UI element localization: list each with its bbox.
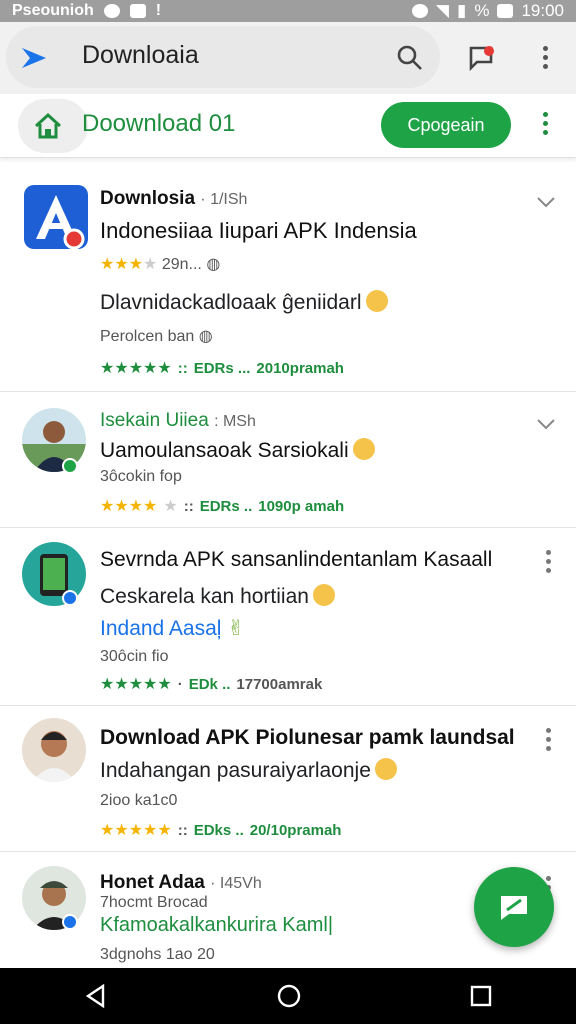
- item-title: Isekain Uiiea: [100, 410, 209, 431]
- rating-stars: ★★★: [100, 256, 144, 273]
- meta-source: EDRs ...: [193, 359, 251, 377]
- chevron-down-icon[interactable]: [536, 196, 556, 208]
- title-pill[interactable]: [6, 26, 440, 88]
- compose-button[interactable]: [474, 867, 554, 947]
- item-handle: · 1/ISh: [200, 191, 248, 208]
- home-nav-icon[interactable]: [276, 983, 302, 1009]
- emoji-icon: [374, 758, 397, 780]
- section-header: Doownload 01 Cpogeain: [0, 94, 576, 158]
- rating-stars: ★★★★★: [100, 822, 172, 839]
- list-item[interactable]: Sevrnda APK sansanlindentanlam Kasaall C…: [0, 528, 576, 706]
- item-headline: Download APK Piolunesar pamk laundsal: [100, 726, 515, 749]
- list-item[interactable]: Download APK Piolunesar pamk laundsal In…: [0, 706, 576, 852]
- item-headline: Sevrnda APK sansanlindentanlam Kasaall: [100, 548, 493, 571]
- recents-icon[interactable]: [469, 984, 493, 1008]
- globe-icon: ◍: [206, 256, 221, 273]
- chevron-down-icon[interactable]: [536, 418, 556, 430]
- status-bar: Pseounioh ! ◥ ▮ % 19:00: [0, 0, 576, 22]
- meta-stat: 1090p amah: [258, 497, 345, 515]
- compose-icon: [501, 896, 527, 920]
- item-title: Honet Adaa: [100, 872, 205, 893]
- notification-icon: [103, 4, 120, 18]
- more-vert-icon[interactable]: [541, 46, 549, 69]
- item-link[interactable]: Kfamoakalkankurira Kaml|: [100, 914, 333, 937]
- item-description: Indahangan pasuraiyarlaonje: [100, 759, 371, 782]
- section-title: Doownload 01: [82, 110, 236, 137]
- verified-badge-icon: [62, 914, 78, 930]
- battery-icon: [497, 4, 514, 18]
- emoji-icon: [352, 438, 375, 460]
- emoji-icon: [312, 584, 335, 606]
- clock-text: 19:00: [521, 1, 564, 20]
- meta-stat: 20/10pramah: [249, 821, 342, 839]
- meta-stat: 17700amrak: [236, 675, 323, 693]
- verified-badge-icon: [62, 458, 78, 474]
- home-icon: [34, 112, 62, 139]
- emoji-icon: [365, 290, 388, 312]
- list-item[interactable]: Downlosia · 1/ISh Indonesiiaa Iiupari AP…: [0, 170, 576, 392]
- back-icon[interactable]: [83, 983, 109, 1009]
- item-description: Ceskarela kan hortiian: [100, 585, 309, 608]
- more-vert-icon[interactable]: [544, 550, 552, 573]
- item-description: Dlavnidackadloaak ĝeniidarl: [100, 291, 362, 314]
- item-headline: Uamoulansaoak Sarsiokali: [100, 439, 349, 462]
- rating-extra: 29n...: [161, 256, 202, 273]
- more-vert-icon[interactable]: [541, 112, 549, 135]
- item-subtext: 2ioo ka1c0: [100, 792, 178, 809]
- rating-stars: ★★★★★: [100, 676, 172, 693]
- open-button[interactable]: Cpogeain: [381, 102, 511, 148]
- app-icon: [24, 185, 88, 249]
- play-store-logo-icon: [22, 48, 46, 68]
- item-handle: : MSh: [214, 413, 256, 430]
- signal-icon: ▮: [456, 1, 467, 20]
- alert-icon: !: [155, 2, 162, 19]
- item-link[interactable]: Indand Aasaļ: [100, 617, 221, 640]
- more-vert-icon[interactable]: [544, 728, 552, 751]
- item-subtext: 3ôcokin fop: [100, 468, 182, 485]
- app-bar: Downloaia: [0, 22, 576, 94]
- hand-icon: ✌: [227, 617, 245, 640]
- item-headline: Indonesiiaa Iiupari APK Indensia: [100, 218, 417, 243]
- wifi-icon: ◥: [435, 1, 449, 20]
- item-subtext: Perolcen ban: [100, 328, 195, 345]
- system-nav-bar: [0, 968, 576, 1024]
- meta-stat: 2010pramah: [256, 359, 344, 377]
- meta-source: EDRs ..: [199, 497, 253, 515]
- item-subtext: 7hocmt Brocad: [100, 894, 208, 911]
- item-subtext: 3dgnohs 1ao 20: [100, 946, 215, 963]
- carrier-text: Pseounioh: [12, 2, 94, 19]
- app-title: Downloaia: [82, 41, 199, 69]
- avatar: [22, 718, 86, 782]
- verified-badge-icon: [62, 590, 78, 606]
- alarm-icon: [411, 4, 428, 18]
- rating-stars: ★★★★: [100, 498, 158, 515]
- rating-stars: ★★★★★: [100, 360, 172, 377]
- meta-source: EDk ..: [188, 675, 231, 693]
- search-icon[interactable]: [394, 42, 426, 74]
- item-title: Downlosia: [100, 188, 196, 209]
- item-subtext: 30ôcin fio: [100, 648, 169, 665]
- item-handle: · I45Vh: [210, 875, 262, 892]
- chat-icon[interactable]: [466, 42, 498, 74]
- meta-source: EDks ..: [193, 821, 244, 839]
- list-item[interactable]: Isekain Uiiea : MSh Uamoulansaoak Sarsio…: [0, 392, 576, 528]
- sim-icon: [129, 4, 146, 18]
- globe-icon: ◍: [198, 328, 213, 345]
- battery-percent-label: %: [474, 1, 490, 20]
